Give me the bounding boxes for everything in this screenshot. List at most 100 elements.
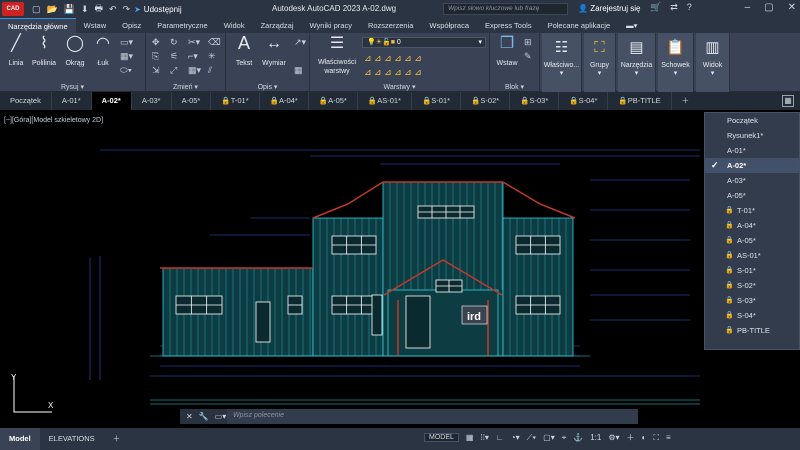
share-button[interactable]: ➤ Udostępnij (134, 5, 182, 14)
array-icon[interactable]: ▦▾ (188, 65, 201, 76)
signin-button[interactable]: 👤 Zarejestruj się (578, 4, 640, 13)
grid-icon[interactable]: ▦ (466, 433, 474, 442)
edit-block-icon[interactable]: ✎ (524, 51, 532, 62)
file-tab[interactable]: A-05* (172, 92, 212, 110)
file-list-item[interactable]: 🔒 PB-TITLE (705, 323, 799, 338)
trim-icon[interactable]: ✂▾ (188, 37, 200, 48)
ribbon-tab-annotate[interactable]: Opisz (114, 18, 149, 33)
hatch-icon[interactable]: ▦▾ (120, 51, 133, 62)
new-file-icon[interactable]: ▢ (32, 4, 41, 15)
layer-properties-button[interactable]: ☰ Właściwości warstwy (314, 35, 360, 76)
insert-block-button[interactable]: ❒ Wstaw (494, 35, 520, 67)
layer-tools-row1-icon[interactable]: ⊿ ⊿ ⊿ ⊿ ⊿ ⊿ (364, 53, 422, 64)
offset-icon[interactable]: ⫽ (208, 65, 212, 76)
ribbon-tab-home[interactable]: Narzędzia główne (0, 18, 76, 33)
layer-tools-row2-icon[interactable]: ⊿ ⊿ ⊿ ⊿ ⊿ ⊿ (364, 67, 422, 78)
file-tab-locked[interactable]: 🔒AS-01* (358, 92, 412, 110)
add-layout-button[interactable]: ＋ (104, 428, 130, 450)
ribbon-tab-collaborate[interactable]: Współpraca (421, 18, 477, 33)
file-list-item[interactable]: A-03* (705, 173, 799, 188)
file-list-item[interactable]: 🔒 S-03* (705, 293, 799, 308)
file-tab[interactable]: Początek (0, 92, 52, 110)
search-input[interactable]: Wpisz słowo kluczowe lub frazę (443, 3, 568, 15)
close-command-icon[interactable]: ✕ (186, 412, 193, 421)
command-prompt-icon[interactable]: ▭▾ (215, 412, 227, 421)
ribbon-tab-parametric[interactable]: Parametryczne (149, 18, 215, 33)
help-icon[interactable]: ? (687, 2, 692, 13)
app-logo[interactable]: CAD (2, 2, 24, 16)
rotate-icon[interactable]: ↻ (170, 37, 178, 48)
layout-tab-model[interactable]: Model (0, 428, 40, 450)
panel-modify-title[interactable]: Zmień ▾ (146, 83, 225, 91)
tab-grid-icon[interactable]: ▦ (782, 95, 794, 107)
file-tab-locked[interactable]: 🔒A-04* (260, 92, 309, 110)
open-file-icon[interactable]: 📂 (47, 4, 58, 15)
plot-icon[interactable]: 🖶 (95, 1, 104, 17)
close-icon[interactable]: ✕ (788, 2, 796, 13)
panel-layers-title[interactable]: Warstwy ▾ (310, 83, 489, 91)
properties-panel-button[interactable]: ☷ Właściwo... ▾ (542, 33, 582, 92)
create-block-icon[interactable]: ⊞ (524, 37, 532, 48)
viewport-controls-label[interactable]: [−][Góra][Model szkieletowy 2D] (4, 117, 103, 124)
file-tab-locked[interactable]: 🔒S-01* (412, 92, 462, 110)
isodraft-icon[interactable]: ⟋▾ (527, 433, 537, 443)
layout-tab-elevations[interactable]: ELEVATIONS (40, 428, 104, 450)
file-list-item[interactable]: ✓ A-02* (705, 158, 799, 173)
move-icon[interactable]: ✥ (152, 37, 160, 48)
file-tab[interactable]: A-03* (132, 92, 172, 110)
file-list-item[interactable]: Rysunek1* (705, 128, 799, 143)
ribbon-tab-insert[interactable]: Wstaw (76, 18, 115, 33)
file-list-item[interactable]: 🔒 S-02* (705, 278, 799, 293)
file-tab-locked[interactable]: 🔒T-01* (211, 92, 260, 110)
groups-panel-button[interactable]: ⛶ Grupy ▾ (584, 33, 616, 92)
file-list-item[interactable]: 🔒 A-05* (705, 233, 799, 248)
model-space-toggle[interactable]: MODEL (424, 433, 459, 442)
menu-icon[interactable]: ≡ (666, 433, 671, 442)
erase-icon[interactable]: ⌫ (208, 37, 221, 48)
file-tab-active[interactable]: A-02* (91, 92, 132, 110)
ribbon-tab-featured-apps[interactable]: Polecane aplikacje (540, 18, 619, 33)
line-button[interactable]: ╱ Linia (4, 35, 28, 67)
save-icon[interactable]: 💾 (64, 4, 75, 15)
scale-icon[interactable]: ⤢ (170, 65, 177, 76)
mirror-icon[interactable]: ⚟ (170, 51, 178, 62)
file-list-item[interactable]: 🔒 AS-01* (705, 248, 799, 263)
file-list-item[interactable]: A-05* (705, 188, 799, 203)
redo-icon[interactable]: ↷ (123, 4, 131, 15)
fillet-icon[interactable]: ⌐▾ (188, 51, 198, 62)
file-list-item[interactable]: Początek (705, 113, 799, 128)
ribbon-tab-addins[interactable]: Rozszerzenia (360, 18, 421, 33)
minimize-icon[interactable]: – (745, 2, 751, 13)
annotation-visibility-icon[interactable]: ⌖ (562, 433, 567, 443)
arc-button[interactable]: ◠ Łuk (92, 35, 114, 67)
maximize-icon[interactable]: ▢ (764, 2, 773, 13)
file-tab-locked[interactable]: 🔒S-03* (510, 92, 560, 110)
snap-icon[interactable]: ⁞⁞▾ (480, 433, 488, 442)
panel-block-title[interactable]: Blok ▾ (490, 83, 539, 91)
new-tab-button[interactable]: ＋ (672, 92, 700, 110)
panel-annotation-title[interactable]: Opis ▾ (226, 83, 309, 91)
copy-icon[interactable]: ⎘ (152, 51, 159, 62)
undo-icon[interactable]: ↶ (109, 4, 117, 15)
polyline-button[interactable]: ⌇ Polilinia (28, 35, 60, 67)
ribbon-tab-output[interactable]: Wyniki pracy (302, 18, 360, 33)
annotation-scale-icon[interactable]: ⚓ (573, 433, 583, 442)
ribbon-tab-express[interactable]: Express Tools (477, 18, 540, 33)
save-as-icon[interactable]: ⬇ (81, 4, 89, 15)
view-panel-button[interactable]: ▥ Widok ▾ (696, 33, 730, 92)
file-tab-locked[interactable]: 🔒S-04* (559, 92, 609, 110)
exchange-icon[interactable]: ⇄ (670, 2, 678, 13)
isolate-icon[interactable]: ◐ (642, 433, 647, 442)
table-icon[interactable]: ▦ (294, 65, 303, 76)
file-list-item[interactable]: 🔒 A-04* (705, 218, 799, 233)
command-input[interactable]: Wpisz polecenie (227, 409, 638, 424)
file-tab-locked[interactable]: 🔒S-02* (461, 92, 511, 110)
drawing-canvas[interactable]: ird (0, 110, 800, 427)
clipboard-panel-button[interactable]: 📋 Schowek ▾ (658, 33, 694, 92)
rectangle-icon[interactable]: ▭▾ (120, 37, 133, 48)
fullscreen-icon[interactable]: ⛶ (653, 433, 659, 443)
circle-button[interactable]: ◯ Okrąg (62, 35, 88, 67)
region-icon[interactable]: ⬭▾ (120, 65, 132, 76)
file-tab-locked[interactable]: 🔒PB-TITLE (608, 92, 672, 110)
file-list-item[interactable]: 🔒 T-01* (705, 203, 799, 218)
